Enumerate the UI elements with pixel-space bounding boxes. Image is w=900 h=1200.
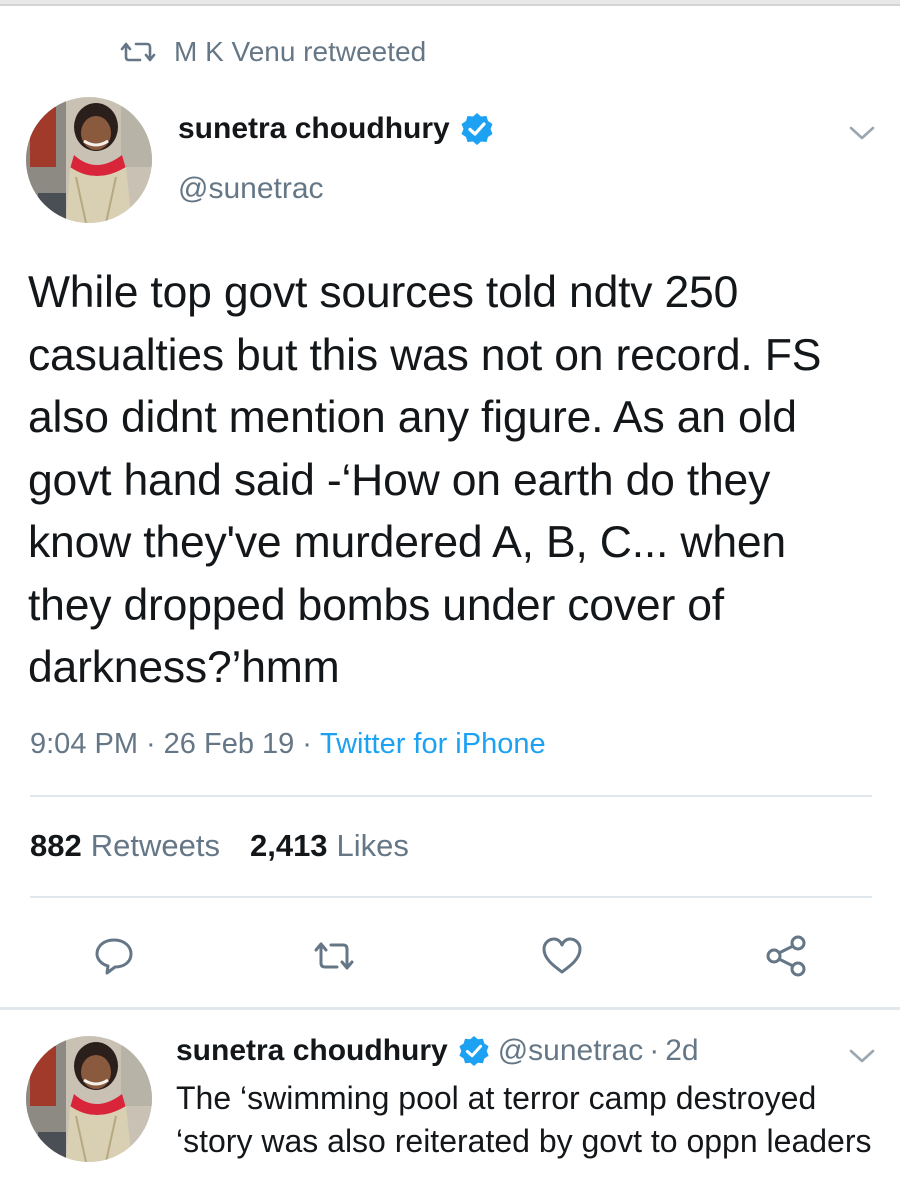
chevron-down-icon[interactable] [847,124,877,142]
heart-icon [542,937,582,974]
divider [30,896,872,898]
retweets-count[interactable]: 882 [30,828,82,864]
author-name: sunetra choudhury [178,112,450,145]
divider [30,795,872,797]
verified-badge-icon [461,113,493,145]
tweet-author[interactable]: sunetra choudhury [178,112,494,146]
retweet-icon [314,942,354,970]
reply-time: 2d [665,1034,699,1067]
meta-separator: · [302,728,312,760]
author-handle[interactable]: @sunetrac [178,172,324,206]
reply-text: The ‘swimming pool at terror camp destro… [176,1080,872,1159]
tweet-stats: 882 Retweets 2,413 Likes [30,828,439,864]
reply-icon [95,938,133,975]
tweet-text: While top govt sources told ndtv 250 cas… [28,268,822,692]
tweet-source-link[interactable]: Twitter for iPhone [320,728,546,761]
share-icon [766,935,806,977]
like-button[interactable] [540,934,584,978]
likes-count[interactable]: 2,413 [250,828,328,864]
tweet-time: 9:04 PM [30,728,138,760]
likes-label[interactable]: Likes [337,828,409,864]
reply-author-name: sunetra choudhury [176,1034,448,1067]
top-edge-shadow [0,4,900,6]
tweet-date: 26 Feb 19 [163,728,295,760]
reply-separator: · [649,1034,660,1067]
chevron-down-icon[interactable] [847,1047,877,1065]
reply-header[interactable]: sunetra choudhury @sunetrac · 2d [176,1034,699,1068]
section-divider [0,1007,900,1010]
tweet-meta: 9:04 PM · 26 Feb 19 · Twitter for iPhone [30,728,546,761]
retweets-label[interactable]: Retweets [91,828,220,864]
retweet-context-label: M K Venu retweeted [174,36,427,67]
avatar[interactable] [26,97,152,223]
retweet-context[interactable]: M K Venu retweeted [120,32,426,72]
share-button[interactable] [764,934,808,978]
retweet-icon [120,42,156,62]
reply-author-handle: @sunetrac [497,1034,644,1067]
avatar[interactable] [26,1036,152,1162]
reply-button[interactable] [92,934,136,978]
verified-badge-icon [459,1035,489,1067]
retweet-button[interactable] [312,934,356,978]
meta-separator: · [146,728,156,760]
